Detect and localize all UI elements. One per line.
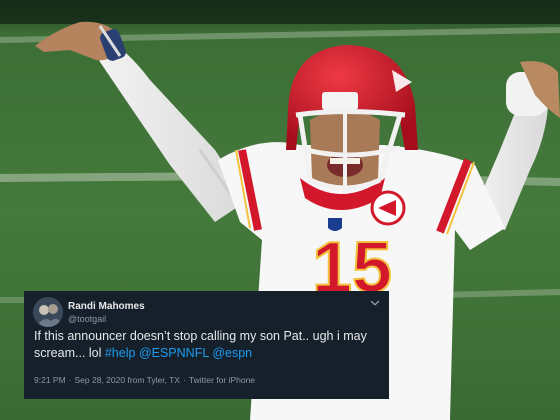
mention-link-espn[interactable]: @espn	[212, 346, 252, 360]
mention-link-espnnfl[interactable]: @ESPNNFL	[139, 346, 209, 360]
meta-separator-2: ·	[183, 375, 186, 385]
tweet-author: Randi Mahomes @tootgail	[68, 300, 145, 326]
tweet-time[interactable]: 9:21 PM	[34, 375, 66, 385]
tweet-metadata: 9:21 PM · Sep 28, 2020 from Tyler, TX · Twit…	[34, 375, 255, 385]
hashtag-link[interactable]: #help	[105, 346, 136, 360]
tweet-location: from Tyler, TX	[127, 375, 181, 385]
tweet-client[interactable]: Twitter for iPhone	[189, 375, 255, 385]
screenshot-stage: 15 Randi Mahomes @tootgail If this annou…	[0, 0, 560, 420]
avatar-image	[33, 297, 63, 327]
meta-separator: ·	[68, 375, 72, 385]
avatar[interactable]	[33, 297, 63, 327]
author-display-name[interactable]: Randi Mahomes	[68, 300, 145, 313]
tweet-date[interactable]: Sep 28, 2020	[75, 375, 126, 385]
tweet-card: Randi Mahomes @tootgail If this announce…	[24, 291, 389, 399]
tweet-text: If this announcer doesn’t stop calling m…	[34, 328, 374, 362]
chevron-down-icon[interactable]	[370, 299, 380, 307]
author-handle[interactable]: @tootgail	[68, 313, 145, 326]
